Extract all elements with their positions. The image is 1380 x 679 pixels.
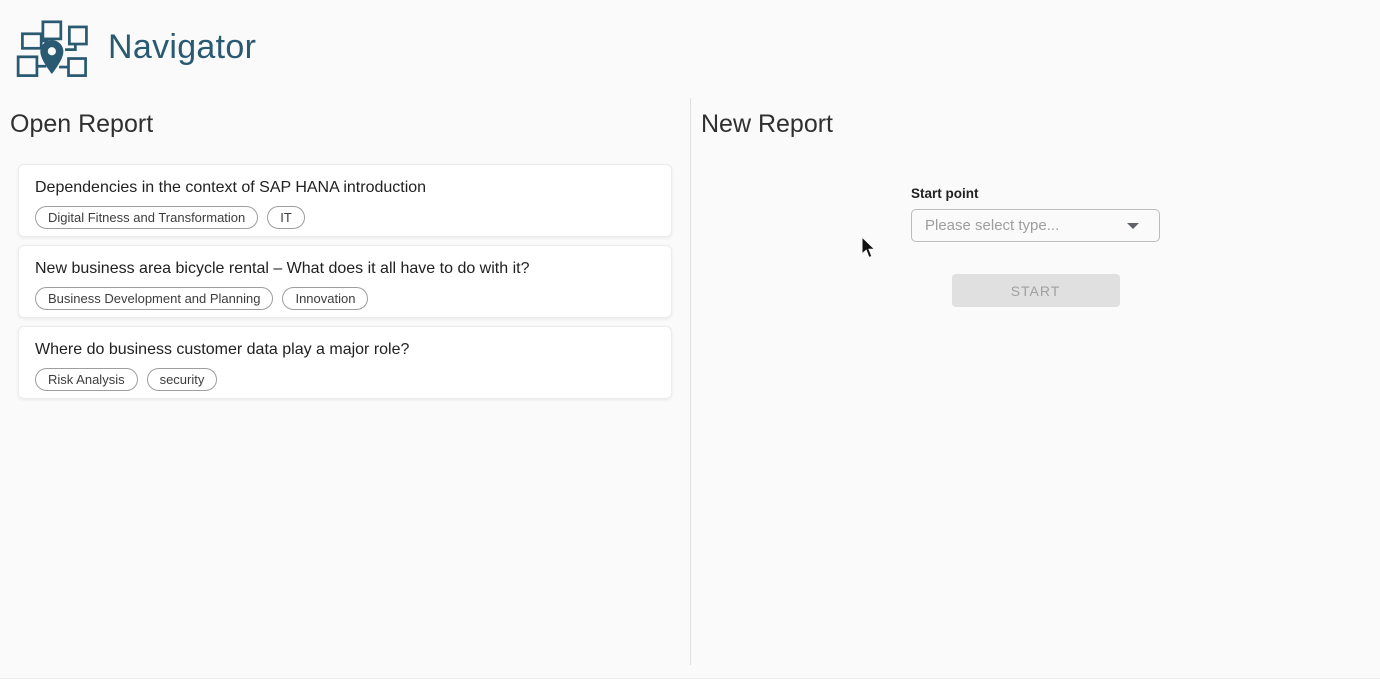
report-list: Dependencies in the context of SAP HANA … (18, 164, 672, 399)
report-title: Dependencies in the context of SAP HANA … (35, 178, 655, 198)
tag-chip: Risk Analysis (35, 368, 138, 391)
tag-chip: IT (267, 206, 305, 229)
open-report-heading: Open Report (10, 110, 690, 138)
report-card[interactable]: Dependencies in the context of SAP HANA … (18, 164, 672, 237)
tag-chip: security (147, 368, 218, 391)
app-header: Navigator (0, 0, 1380, 95)
chevron-down-icon (1127, 223, 1139, 229)
open-report-panel: Open Report Dependencies in the context … (0, 95, 690, 678)
report-card[interactable]: Where do business customer data play a m… (18, 326, 672, 399)
tag-chip: Business Development and Planning (35, 287, 273, 310)
tag-list: Business Development and Planning Innova… (35, 287, 655, 310)
start-point-select[interactable]: Please select type... (911, 209, 1160, 242)
new-report-form: Start point Please select type... START (911, 186, 1160, 307)
tag-chip: Digital Fitness and Transformation (35, 206, 258, 229)
report-title: New business area bicycle rental – What … (35, 259, 655, 279)
start-button[interactable]: START (952, 274, 1120, 307)
navigator-logo-icon (8, 15, 94, 85)
tag-list: Risk Analysis security (35, 368, 655, 391)
app-title: Navigator (108, 28, 256, 67)
start-point-placeholder: Please select type... (925, 217, 1127, 234)
app-page: Navigator Open Report Dependencies in th… (0, 0, 1380, 679)
report-title: Where do business customer data play a m… (35, 340, 655, 360)
start-point-label: Start point (911, 186, 1160, 201)
new-report-heading: New Report (701, 110, 1380, 138)
report-card[interactable]: New business area bicycle rental – What … (18, 245, 672, 318)
new-report-panel: New Report Start point Please select typ… (691, 95, 1380, 678)
tag-chip: Innovation (282, 287, 368, 310)
tag-list: Digital Fitness and Transformation IT (35, 206, 655, 229)
